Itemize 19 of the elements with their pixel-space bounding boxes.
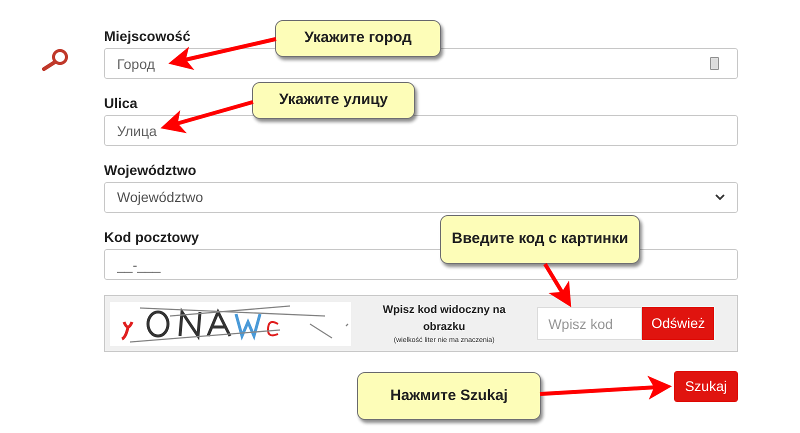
field-label: Miejscowość xyxy=(104,27,190,46)
arrow xyxy=(543,262,572,308)
field-label: Ulica xyxy=(104,94,138,113)
input-field[interactable]: Город xyxy=(104,48,738,79)
input-field[interactable]: Wpisz kod xyxy=(537,307,642,340)
field-label: Województwo xyxy=(104,161,196,180)
callout: Введите код с картинки xyxy=(440,215,640,264)
input-field[interactable]: Улица xyxy=(104,115,738,146)
search-icon xyxy=(40,48,70,72)
dropdown[interactable]: Województwo xyxy=(104,182,738,213)
refresh-button[interactable]: Odśwież xyxy=(642,307,714,340)
chevron-down-icon xyxy=(715,194,725,201)
captcha-instruction: Wpisz kod widoczny na obrazku xyxy=(382,302,507,334)
search-button[interactable]: Szukaj xyxy=(674,371,738,402)
callout: Нажмите Szukaj xyxy=(357,372,541,420)
contact-card-icon[interactable] xyxy=(710,57,719,70)
field-label: Kod pocztowy xyxy=(104,228,199,247)
callout: Укажите город xyxy=(275,20,441,57)
callout: Укажите улицу xyxy=(252,82,415,119)
